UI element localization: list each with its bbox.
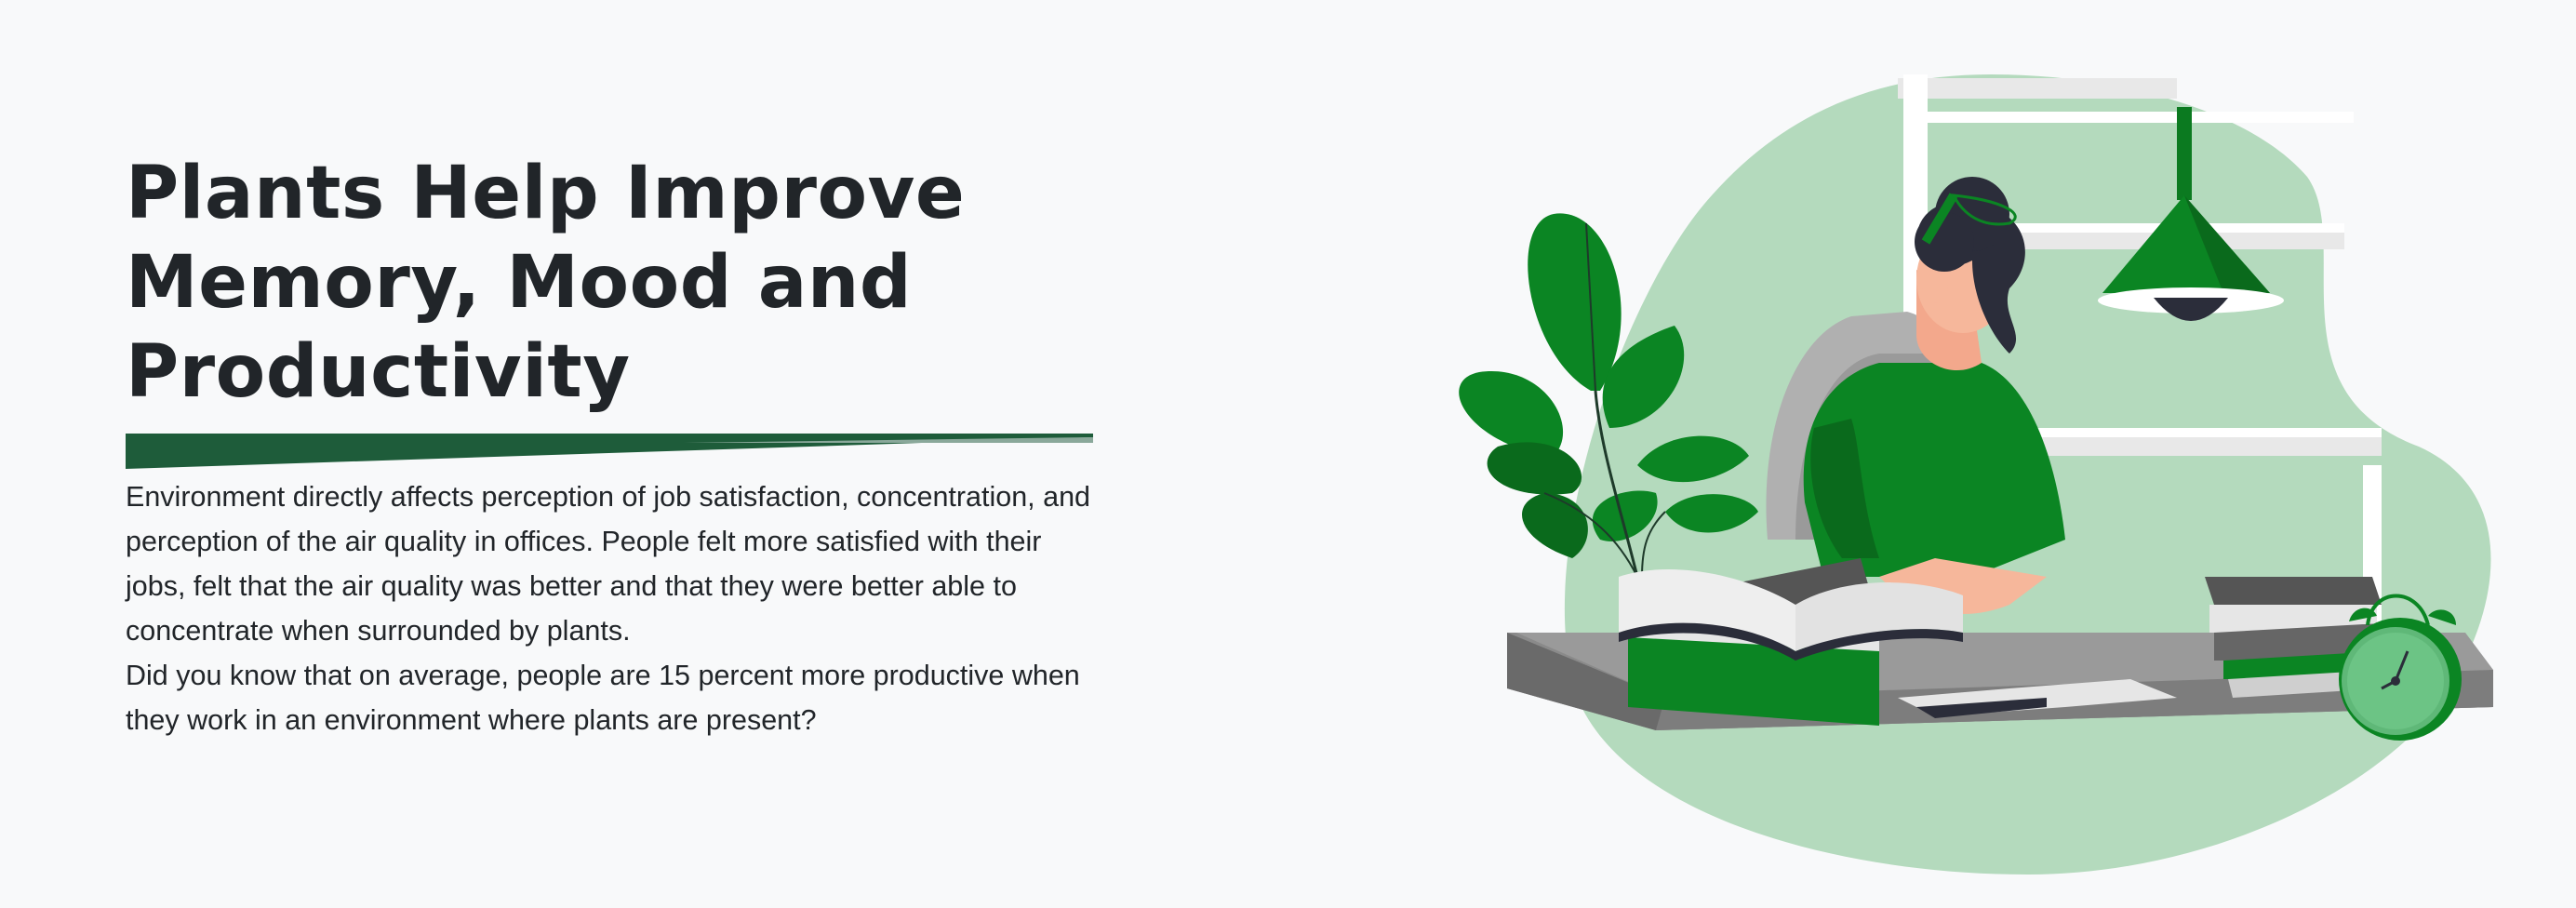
title-line-2: Memory, Mood and	[126, 241, 913, 325]
page-title: Plants Help Improve Memory, Mood and Pro…	[126, 149, 1093, 417]
hero-text: Plants Help Improve Memory, Mood and Pro…	[126, 149, 1093, 742]
title-line-3: Productivity	[126, 330, 631, 414]
body-paragraph-1: Environment directly affects perception …	[126, 481, 1091, 647]
title-line-1: Plants Help Improve	[126, 152, 966, 235]
office-illustration	[1459, 74, 2493, 875]
body-paragraph-2: Did you know that on average, people are…	[126, 660, 1080, 736]
title-underline	[126, 434, 1093, 469]
